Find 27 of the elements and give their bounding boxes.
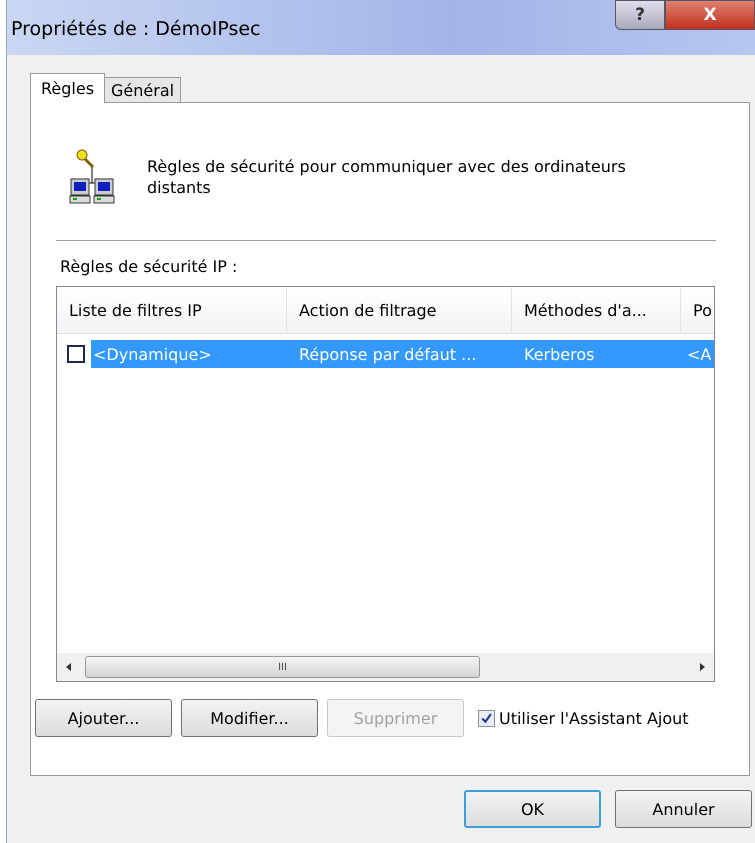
row-checkbox[interactable]	[67, 345, 85, 363]
close-button[interactable]: X	[665, 0, 755, 30]
action-button[interactable]: Modifier...	[181, 699, 318, 737]
column-header[interactable]: Po	[681, 287, 714, 333]
scroll-thumb[interactable]: III	[85, 656, 480, 678]
column-header[interactable]: Méthodes d'a...	[512, 287, 681, 333]
action-button[interactable]: Ajouter...	[35, 699, 172, 737]
column-header[interactable]: Liste de filtres IP	[57, 287, 287, 333]
table-cell-text: <Dynamique>	[92, 344, 213, 364]
tab[interactable]: Règles	[30, 73, 106, 103]
column-header[interactable]: Action de filtrage	[287, 287, 512, 333]
horizontal-scrollbar[interactable]: III	[57, 653, 714, 681]
list-label: Règles de sécurité IP :	[60, 257, 238, 276]
table-cell-text: <A	[686, 344, 712, 364]
table-cell-text: Réponse par défaut ...	[298, 344, 478, 364]
table-cell-text: Kerberos	[523, 344, 596, 364]
cancel-button[interactable]: Annuler	[615, 790, 752, 828]
tab[interactable]: Général	[104, 77, 182, 103]
help-button[interactable]: ?	[615, 0, 665, 30]
scroll-left-icon[interactable]	[65, 662, 73, 672]
window-title: Propriétés de : DémoIPsec	[11, 18, 261, 40]
description-text: Règles de sécurité pour communiquer avec des ordinateurs distants	[147, 157, 627, 199]
wizard-checkbox[interactable]	[478, 710, 495, 726]
grip-marks: III	[278, 662, 287, 672]
checkbox-label[interactable]: Utiliser l'Assistant Ajout	[499, 708, 689, 728]
scroll-right-icon[interactable]	[698, 662, 706, 672]
ok-button[interactable]: OK	[464, 790, 601, 828]
